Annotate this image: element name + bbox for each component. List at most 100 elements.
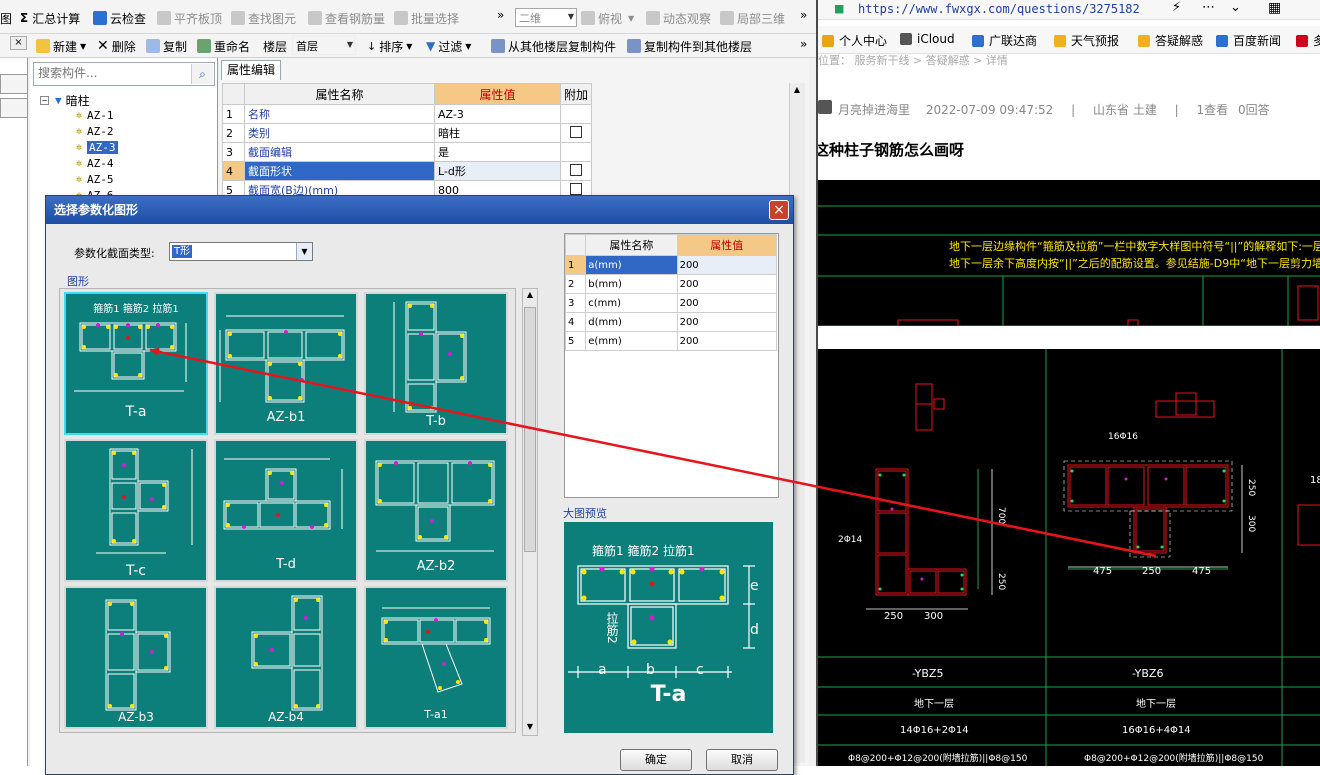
delete-x-icon: ✕ bbox=[97, 38, 109, 54]
cad-table-cell: 16Φ16+4Φ14 bbox=[1122, 725, 1191, 736]
find-element-button[interactable]: 查找图元 bbox=[231, 8, 296, 28]
tree-root-node[interactable]: − ▼ 暗柱 bbox=[40, 92, 90, 108]
tree-item-az-3[interactable]: ✲ AZ-3 bbox=[76, 139, 118, 155]
post-region: 山东省 土建 bbox=[1093, 103, 1157, 117]
align-top-button[interactable]: 平齐板顶 bbox=[157, 8, 222, 28]
grid-icon[interactable]: ▦ bbox=[1268, 0, 1281, 16]
shape-label: T-a bbox=[125, 404, 147, 420]
gallery-scrollbar[interactable]: ▲ ▼ bbox=[522, 288, 538, 736]
batch-icon bbox=[394, 11, 408, 25]
component-search: ⌕ bbox=[33, 62, 215, 86]
avatar[interactable] bbox=[818, 100, 832, 114]
cad-image-top[interactable]: 地下一层边缘构件“箍筋及拉筋”一栏中数字大样图中符号“||”的解释如下:一层底结… bbox=[818, 180, 1320, 326]
table-row[interactable]: 5 e(mm) 200 bbox=[565, 331, 778, 351]
batch-select-button[interactable]: 批量选择 bbox=[394, 8, 459, 28]
browser-window: ■ https://www.fwxgx.com/questions/327518… bbox=[816, 0, 1320, 766]
ok-button[interactable]: 确定 bbox=[620, 749, 692, 771]
author-link[interactable]: 月亮掉进海里 bbox=[838, 103, 910, 117]
shape-thumb-t-a1[interactable]: T-a1 bbox=[364, 586, 508, 729]
collapse-icon[interactable]: − bbox=[40, 95, 49, 105]
local-3d-button[interactable]: 局部三维 bbox=[720, 8, 785, 28]
az-b4-drawing bbox=[251, 595, 323, 711]
table-row-selected[interactable]: 4 截面形状 L-d形 bbox=[222, 161, 592, 181]
scroll-up-icon[interactable]: ▲ bbox=[524, 290, 536, 302]
view-rebar-button[interactable]: 查看钢筋量 bbox=[308, 8, 385, 28]
copy-to-icon bbox=[627, 39, 641, 53]
shape-thumb-t-c[interactable]: T-c bbox=[64, 439, 208, 582]
url-field[interactable]: https://www.fwxgx.com/questions/3275182 bbox=[858, 2, 1140, 16]
extra-checkbox[interactable] bbox=[570, 163, 582, 176]
table-row[interactable]: 4 d(mm) 200 bbox=[565, 312, 778, 332]
dynamic-view-button[interactable]: 动态观察 bbox=[646, 8, 711, 28]
shape-thumb-az-b2[interactable]: AZ-b2 bbox=[364, 439, 508, 582]
bookmark-more[interactable]: 多 bbox=[1296, 32, 1320, 49]
copy-from-floor-button[interactable]: 从其他楼层复制构件 bbox=[491, 36, 616, 56]
table-row[interactable]: 2 b(mm) 200 bbox=[565, 274, 778, 294]
bookmark-glodon[interactable]: 广联达商 bbox=[972, 32, 1037, 49]
extra-checkbox[interactable] bbox=[570, 125, 582, 138]
table-row[interactable]: 2 类别 暗柱 bbox=[222, 123, 592, 143]
tree-item-az-1[interactable]: ✲ AZ-1 bbox=[76, 107, 114, 123]
new-button[interactable]: 新建 ▼ bbox=[36, 36, 86, 56]
tab-property-edit[interactable]: 属性编辑 bbox=[221, 60, 281, 80]
copy-icon bbox=[146, 39, 160, 53]
shape-label: T-a1 bbox=[424, 708, 448, 721]
shape-thumb-t-a[interactable]: 箍筋1 箍筋2 拉筋1 T-a bbox=[64, 292, 208, 435]
section-type-label: 参数化截面类型: bbox=[74, 247, 155, 260]
scroll-up-icon[interactable]: ▲ bbox=[791, 85, 803, 97]
tree-item-az-2[interactable]: ✲ AZ-2 bbox=[76, 123, 114, 139]
shape-thumb-t-d[interactable]: T-d bbox=[214, 439, 358, 582]
table-row[interactable]: 3 c(mm) 200 bbox=[565, 293, 778, 313]
filter-button[interactable]: ▼ 过滤 ▼ bbox=[426, 36, 471, 56]
floor-select[interactable]: 首层 ▼ bbox=[292, 36, 356, 55]
gear-icon: ✲ bbox=[76, 141, 83, 153]
shape-thumb-t-b[interactable]: T-b bbox=[364, 292, 508, 435]
pane-tab-1[interactable] bbox=[0, 74, 28, 94]
extra-checkbox[interactable] bbox=[570, 182, 582, 195]
sum-calc-button[interactable]: Σ 汇总计算 bbox=[20, 8, 80, 28]
preview-label: 大图预览 bbox=[563, 507, 607, 520]
cancel-button[interactable]: 取消 bbox=[706, 749, 778, 771]
tree-item-az-4[interactable]: ✲ AZ-4 bbox=[76, 155, 114, 171]
gallery-scroll-thumb[interactable] bbox=[524, 307, 536, 552]
pane-close-button[interactable]: × bbox=[10, 36, 27, 50]
bookmark-baidu-news[interactable]: 百度新闻 bbox=[1216, 32, 1281, 49]
shape-thumb-az-b4[interactable]: AZ-b4 bbox=[214, 586, 358, 729]
section-type-select[interactable]: T形 ▼ bbox=[169, 242, 313, 261]
toolbar-overflow-button-2[interactable]: » bbox=[800, 5, 807, 25]
shape-parameter-table: 属性名称 属性值 1 a(mm) 200 2 b(mm) 200 3 c(mm)… bbox=[565, 234, 778, 351]
copy-to-floor-button[interactable]: 复制构件到其他楼层 bbox=[627, 36, 752, 56]
toolbar-overflow-button[interactable]: » bbox=[497, 5, 504, 25]
component-search-input[interactable] bbox=[34, 63, 184, 83]
sort-button[interactable]: ↓ 排序 ▼ bbox=[367, 36, 412, 56]
shape-thumb-az-b3[interactable]: AZ-b3 bbox=[64, 586, 208, 729]
chevron-down-icon[interactable]: ⌄ bbox=[1230, 0, 1241, 15]
bookmark-weather[interactable]: 天气预报 bbox=[1054, 32, 1119, 49]
table-row[interactable]: 3 截面编辑 是 bbox=[222, 142, 592, 162]
cad-dim: 16Φ16 bbox=[1108, 432, 1138, 442]
scroll-down-icon[interactable]: ▼ bbox=[524, 722, 536, 734]
pane-tab-2[interactable] bbox=[0, 98, 28, 118]
search-icon[interactable]: ⌕ bbox=[191, 64, 213, 84]
view-mode-select[interactable]: 二维 ▼ bbox=[515, 8, 577, 27]
top-view-button[interactable]: 俯视 ▼ bbox=[581, 8, 634, 28]
lightning-icon[interactable]: ⚡ bbox=[1172, 0, 1181, 15]
delete-button[interactable]: ✕ 删除 bbox=[97, 36, 136, 56]
cad-table-cell: Φ8@200+Φ12@200(附墙拉筋)||Φ8@150 bbox=[848, 754, 1028, 764]
copy-button[interactable]: 复制 bbox=[146, 36, 187, 56]
tree-item-az-5[interactable]: ✲ AZ-5 bbox=[76, 171, 114, 187]
bookmark-personal[interactable]: 个人中心 bbox=[822, 32, 887, 49]
more-icon[interactable]: ⋯ bbox=[1202, 0, 1215, 15]
cloud-check-button[interactable]: 云检查 bbox=[93, 8, 146, 28]
table-row-selected[interactable]: 1 a(mm) 200 bbox=[565, 255, 778, 275]
bookmark-qa[interactable]: 答疑解惑 bbox=[1138, 32, 1203, 49]
bookmark-icloud[interactable]: iCloud bbox=[900, 32, 955, 46]
table-row[interactable]: 1 名称 AZ-3 bbox=[222, 104, 592, 124]
meta-sep: | bbox=[1071, 103, 1076, 117]
rename-button[interactable]: 重命名 bbox=[197, 36, 250, 56]
close-icon[interactable]: × bbox=[769, 200, 789, 220]
cad-image-main[interactable]: 16Φ16 250 300 475 250 475 2Φ14 700 250 2… bbox=[818, 349, 1320, 766]
floor-label: 楼层 bbox=[263, 39, 288, 54]
toolbar2-overflow-button[interactable]: » bbox=[800, 34, 807, 54]
shape-thumb-az-b1[interactable]: AZ-b1 bbox=[214, 292, 358, 435]
